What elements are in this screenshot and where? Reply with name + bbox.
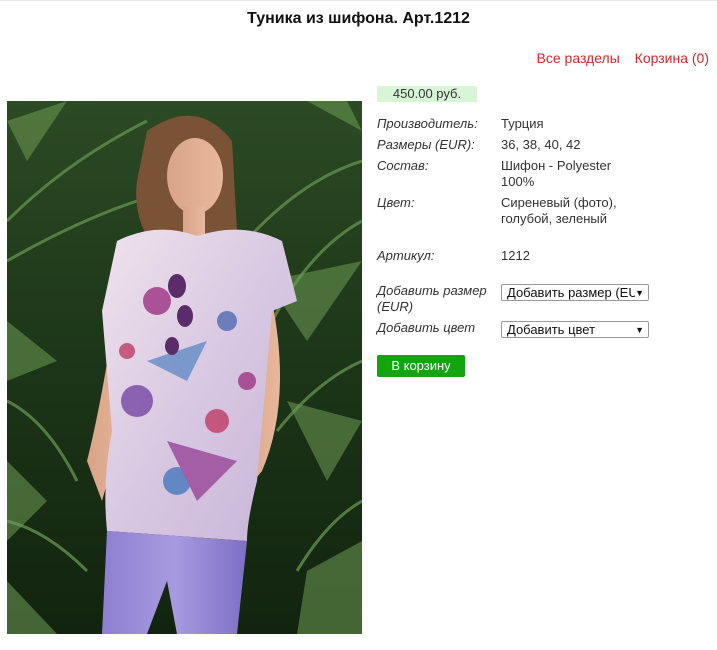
top-nav: Все разделы Корзина (0)	[526, 50, 709, 66]
page-title: Туника из шифона. Арт.1212	[247, 10, 470, 27]
prop-value: Шифон - Polyester 100%	[501, 158, 612, 189]
product-photo[interactable]	[7, 101, 362, 634]
prop-label: Артикул:	[377, 248, 435, 263]
cart-link[interactable]: Корзина (0)	[635, 50, 709, 66]
prop-value: Турция	[501, 116, 544, 131]
add-color-label: Добавить цвет	[377, 320, 476, 335]
price-badge: 450.00 руб.	[377, 86, 477, 102]
prop-value: 36, 38, 40, 42	[501, 137, 581, 152]
size-select[interactable]: Добавить размер (EUR) ▼	[501, 284, 649, 301]
prop-value: 1212	[501, 248, 530, 263]
all-sections-link[interactable]: Все разделы	[537, 50, 620, 66]
prop-value: Сиреневый (фото), голубой, зеленый	[501, 195, 617, 226]
size-select-value: Добавить размер (EUR)	[507, 285, 635, 300]
prop-label: Размеры (EUR):	[377, 137, 475, 152]
prop-label: Производитель:	[377, 116, 478, 131]
prop-label: Состав:	[377, 158, 429, 173]
product-page: Туника из шифона. Арт.1212 Все разделы К…	[0, 0, 717, 650]
top-divider	[0, 0, 717, 1]
color-select[interactable]: Добавить цвет ▼	[501, 321, 649, 338]
dropdown-arrow-icon: ▼	[635, 325, 644, 335]
color-select-value: Добавить цвет	[507, 322, 596, 337]
add-size-label: Добавить размер (EUR)	[377, 283, 487, 314]
add-to-cart-button[interactable]: В корзину	[377, 355, 465, 377]
prop-label: Цвет:	[377, 195, 415, 210]
dropdown-arrow-icon: ▼	[635, 288, 644, 298]
